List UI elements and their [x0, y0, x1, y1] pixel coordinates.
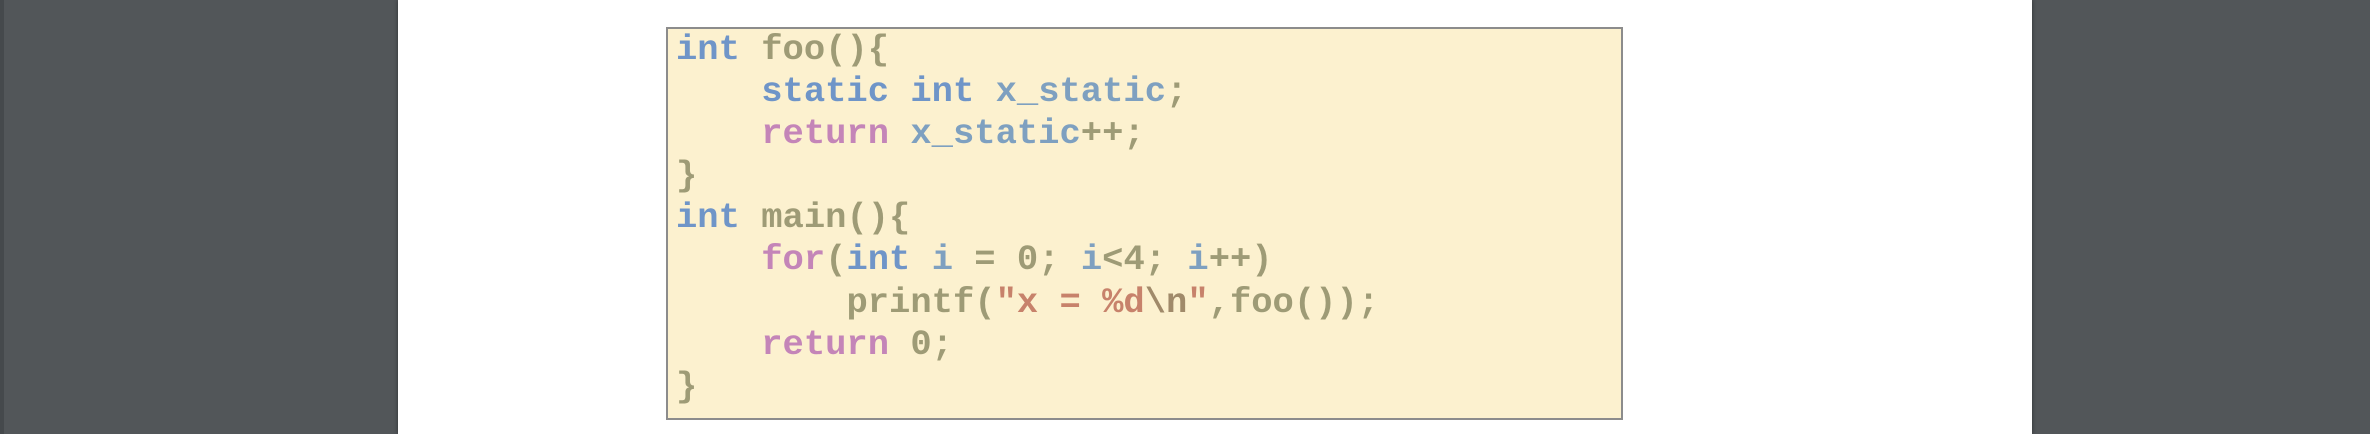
code-token: ()); [1293, 281, 1380, 323]
code-token: " [1187, 281, 1209, 323]
code-line-9: } [676, 366, 1379, 408]
viewer-gutter [0, 0, 4, 434]
code-token: (){ [825, 29, 890, 70]
code-token: i [1187, 239, 1209, 281]
code-line-8: return 0; [676, 324, 1379, 366]
code-token: 0 [1016, 239, 1039, 281]
code-token: ++; [1080, 113, 1145, 155]
code-token: main [761, 197, 847, 239]
code-line-4: } [676, 155, 1379, 197]
code-token: for [761, 239, 826, 281]
code-token: ; [1144, 239, 1188, 281]
code-token: ( [825, 239, 847, 281]
code-token: ; [931, 323, 953, 365]
code-token: int [846, 239, 911, 281]
code-token: ; [1038, 239, 1081, 281]
code-token: i [931, 239, 953, 281]
code-token: i [1080, 239, 1103, 281]
code-token: (){ [846, 197, 911, 239]
code-token: ; [1166, 71, 1188, 113]
code-token: , [1208, 281, 1230, 323]
code-token: return [761, 323, 890, 365]
code-token: int [676, 29, 740, 70]
document-page: int foo(){ static int x_static; return x… [398, 0, 2032, 434]
code-token: return [761, 113, 890, 155]
code-token: printf [846, 281, 975, 323]
code-line-6: for(int i = 0; i<4; i++) [676, 239, 1379, 281]
code-line-5: int main(){ [676, 197, 1379, 239]
code-token: x_static [995, 71, 1167, 113]
code-token: static [761, 71, 890, 113]
code-token: } [676, 155, 698, 197]
code-token: "x = %d [995, 281, 1145, 323]
code-token: = [953, 239, 1017, 281]
code-token: foo [761, 29, 826, 70]
code-listing: int foo(){ static int x_static; return x… [666, 27, 1623, 420]
code-line-1: int foo(){ [676, 29, 1379, 71]
code-token: ++) [1208, 239, 1273, 281]
code-line-2: static int x_static; [676, 71, 1379, 113]
code-token: ( [974, 281, 996, 323]
code-token: foo [1229, 281, 1294, 323]
code-token: int [910, 71, 975, 113]
code-line-3: return x_static++; [676, 113, 1379, 155]
code-line-7: printf("x = %d\n",foo()); [676, 282, 1379, 324]
code-token: x_static [910, 113, 1081, 155]
code-token: int [676, 197, 740, 239]
code-token: } [676, 365, 698, 407]
code-token: < [1102, 239, 1124, 281]
code-block: int foo(){ static int x_static; return x… [676, 29, 1379, 408]
code-token: \n [1144, 281, 1188, 323]
code-token: 0 [910, 323, 932, 365]
code-token: 4 [1123, 239, 1145, 281]
